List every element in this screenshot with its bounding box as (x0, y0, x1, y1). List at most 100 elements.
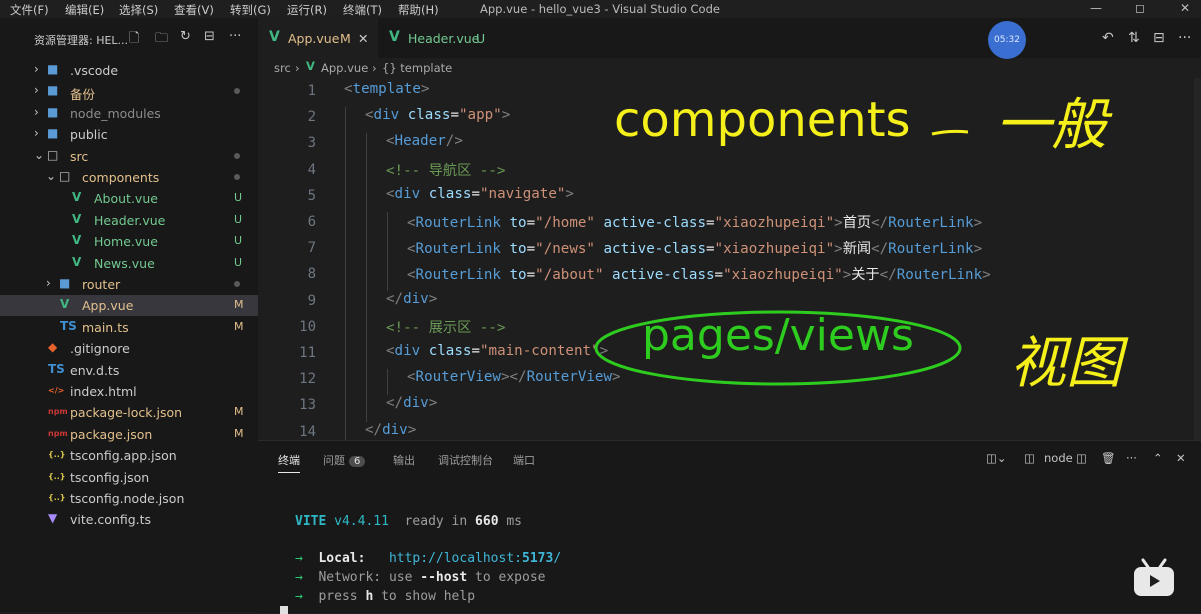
split-pane-icon[interactable]: ◫ (1076, 451, 1087, 465)
code-token: < (407, 369, 416, 386)
html-file-icon: </> (48, 386, 65, 395)
panel-tab-output[interactable]: 输出 (393, 452, 415, 468)
chevron-right-icon[interactable]: › (46, 276, 51, 290)
tree-item[interactable]: › ■ public (0, 124, 258, 145)
tree-item[interactable]: V Home.vue U (0, 231, 258, 252)
tab-status: M (340, 31, 351, 46)
arrow-icon: → (295, 551, 303, 566)
more-icon[interactable]: ··· (229, 29, 241, 44)
new-file-icon[interactable]: 🗋 (129, 29, 139, 51)
local-port: 5173 (522, 551, 554, 566)
close-window-icon[interactable]: ✕ (1180, 1, 1190, 15)
tree-item[interactable]: › ■ 备份 (0, 81, 258, 102)
bottom-panel: 终端 问题 6 输出 调试控制台 端口 ◫⌄ ◫ node ◫ 🗑 ··· ⌃ ✕… (258, 440, 1201, 614)
panel-tab-problems[interactable]: 问题 6 (323, 452, 366, 468)
tree-item[interactable]: V About.vue U (0, 188, 258, 209)
editor-scrollbar[interactable] (1194, 78, 1201, 440)
panel-tab-debug-console[interactable]: 调试控制台 (438, 452, 493, 468)
tree-item[interactable]: › ■ router (0, 274, 258, 295)
tab-header-vue[interactable]: V Header.vue U (378, 18, 496, 58)
host-flag: --host (420, 570, 468, 585)
timeline-icon[interactable]: ↶ (1102, 30, 1114, 46)
tree-item[interactable]: V Header.vue U (0, 210, 258, 231)
code-token: </ (871, 241, 889, 258)
code-token: /> (445, 133, 463, 150)
chevron-right-icon[interactable]: › (34, 83, 39, 97)
breadcrumb-file[interactable]: App.vue (321, 61, 368, 75)
menu-edit[interactable]: 编辑(E) (65, 2, 104, 18)
modified-dot-icon (234, 281, 240, 287)
terminal-shell-icon[interactable]: ◫ (1024, 451, 1035, 465)
menu-go[interactable]: 转到(G) (230, 2, 271, 18)
tree-item-label: node_modules (70, 105, 161, 121)
tree-item[interactable]: </> index.html (0, 381, 258, 402)
compare-icon[interactable]: ⇅ (1128, 30, 1140, 46)
tree-item[interactable]: npm package-lock.json M (0, 402, 258, 423)
code-token: > (407, 421, 417, 438)
tree-item[interactable]: ◆ .gitignore (0, 338, 258, 359)
trash-icon[interactable]: 🗑 (1101, 451, 1116, 465)
chevron-down-icon[interactable]: ⌄ (34, 148, 44, 162)
tree-item[interactable]: ⌄ □ src (0, 146, 258, 167)
folder-icon: ■ (47, 126, 59, 141)
chevron-right-icon[interactable]: › (34, 105, 39, 119)
chevron-right-icon[interactable]: › (34, 126, 39, 140)
tree-item[interactable]: {..} tsconfig.app.json (0, 445, 258, 466)
tree-item[interactable]: npm package.json M (0, 424, 258, 445)
tree-item[interactable]: › ■ node_modules (0, 103, 258, 124)
line-number: 6 (307, 214, 316, 230)
code-token: > (565, 185, 574, 202)
menu-view[interactable]: 查看(V) (174, 2, 214, 18)
breadcrumb-src[interactable]: src (274, 61, 291, 75)
collapse-icon[interactable]: ⊟ (204, 29, 215, 44)
panel-tab-ports[interactable]: 端口 (513, 452, 535, 468)
terminal-cursor (280, 606, 288, 614)
panel-tab-terminal[interactable]: 终端 (278, 452, 300, 473)
more-panel-icon[interactable]: ··· (1126, 451, 1137, 465)
tree-item[interactable]: TS main.ts M (0, 317, 258, 338)
code-token: > (420, 81, 430, 97)
tree-item[interactable]: V News.vue U (0, 253, 258, 274)
menu-help[interactable]: 帮助(H) (398, 2, 439, 18)
menu-run[interactable]: 运行(R) (287, 2, 327, 18)
restore-icon[interactable]: ◻ (1135, 1, 1145, 15)
network-line: → Network: use --host to expose (295, 570, 546, 585)
breadcrumb-symbol[interactable]: {} template (382, 61, 452, 75)
more-actions-icon[interactable]: ··· (1178, 30, 1191, 46)
chevron-right-icon[interactable]: › (34, 62, 39, 76)
split-editor-icon[interactable]: ⊟ (1153, 30, 1165, 46)
tree-item[interactable]: TS env.d.ts (0, 360, 258, 381)
code-token: > (842, 267, 852, 284)
chevron-down-icon[interactable]: ⌄ (46, 169, 56, 183)
tree-item[interactable]: V App.vue M (0, 295, 258, 317)
tree-item-label: App.vue (82, 298, 134, 314)
code-line: <!-- 导航区 --> (386, 160, 505, 180)
code-token: < (365, 107, 374, 124)
tree-item-label: News.vue (94, 255, 155, 271)
terminal-shell-name[interactable]: node (1044, 451, 1073, 465)
refresh-icon[interactable]: ↻ (180, 29, 191, 44)
local-url[interactable]: http://localhost:5173/ (389, 551, 561, 566)
tree-item[interactable]: › ■ .vscode (0, 60, 258, 81)
line-number: 13 (299, 397, 316, 414)
menu-selection[interactable]: 选择(S) (119, 2, 158, 18)
maximize-panel-icon[interactable]: ⌃ (1153, 451, 1163, 465)
menu-file[interactable]: 文件(F) (10, 2, 49, 18)
folder-open-icon: □ (47, 147, 59, 162)
split-terminal-icon[interactable]: ◫⌄ (986, 451, 1007, 465)
git-status-badge: M (234, 405, 244, 419)
tree-item[interactable]: {..} tsconfig.node.json (0, 488, 258, 509)
tab-app-vue[interactable]: V App.vue M ✕ (258, 18, 378, 58)
close-tab-icon[interactable]: ✕ (358, 31, 368, 46)
menu-terminal[interactable]: 终端(T) (343, 2, 382, 18)
tree-item-label: .vscode (70, 63, 119, 78)
tree-item[interactable]: ⌄ □ components (0, 167, 258, 188)
line-number: 8 (307, 266, 316, 283)
tree-item[interactable]: ▼ vite.config.ts (0, 509, 258, 530)
tree-item[interactable]: {..} tsconfig.json (0, 467, 258, 488)
close-panel-icon[interactable]: ✕ (1176, 451, 1186, 465)
code-token: > (973, 241, 983, 258)
minimize-icon[interactable]: — (1090, 1, 1102, 15)
new-folder-icon[interactable]: 🗀 (155, 29, 168, 51)
